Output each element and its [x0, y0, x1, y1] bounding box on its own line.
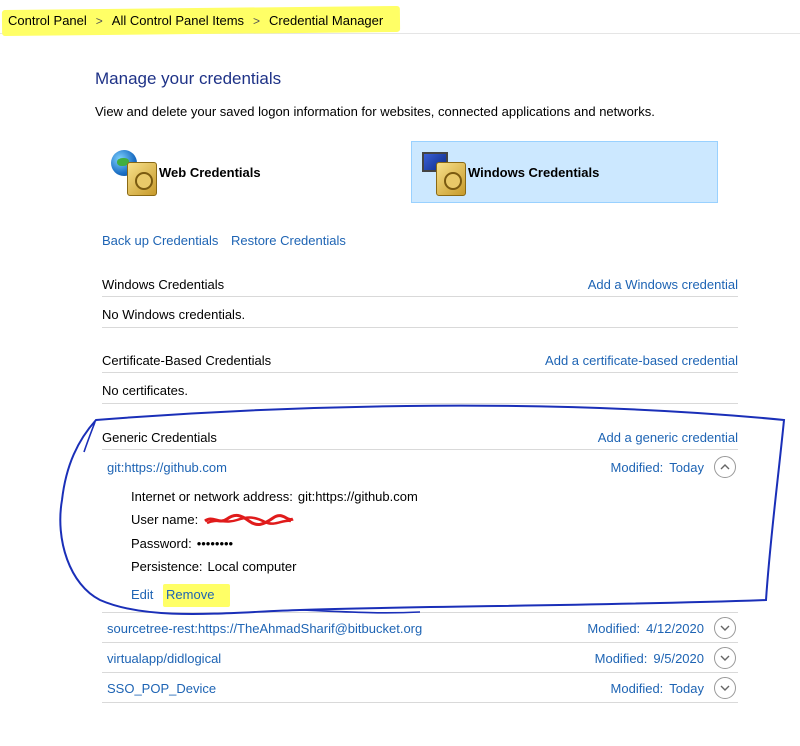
- windows-credentials-empty: No Windows credentials.: [102, 299, 738, 328]
- collapse-chevron-button[interactable]: [714, 456, 736, 478]
- credential-modified: Modified: Today: [611, 460, 704, 475]
- detail-password: Password: ••••••••: [131, 536, 233, 551]
- breadcrumb-separator: >: [95, 13, 103, 28]
- certificate-credentials-empty-text: No certificates.: [102, 383, 188, 398]
- credential-row-github[interactable]: git:https://github.com Modified: Today: [102, 452, 738, 482]
- windows-credentials-empty-text: No Windows credentials.: [102, 307, 246, 322]
- web-credentials-label: Web Credentials: [159, 164, 261, 180]
- modified-value: Today: [669, 460, 704, 475]
- restore-credentials-link[interactable]: Restore Credentials: [231, 233, 346, 248]
- windows-credentials-header: Windows Credentials Add a Windows creden…: [102, 273, 738, 297]
- edit-credential-link[interactable]: Edit: [131, 587, 153, 602]
- detail-persistence: Persistence: Local computer: [131, 559, 296, 574]
- modified-value: 4/12/2020: [646, 621, 704, 636]
- windows-credentials-title: Windows Credentials: [102, 277, 225, 292]
- chevron-down-icon: [720, 655, 730, 661]
- chevron-down-icon: [720, 625, 730, 631]
- page-description: View and delete your saved logon informa…: [95, 104, 655, 119]
- modified-value: Today: [669, 681, 704, 696]
- credential-row-sso-pop-device[interactable]: SSO_POP_Device Modified: Today: [102, 673, 738, 703]
- address-value: git:https://github.com: [297, 489, 418, 504]
- breadcrumb-separator: >: [253, 13, 261, 28]
- password-value: ••••••••: [196, 536, 234, 551]
- persistence-label: Persistence:: [131, 559, 203, 574]
- generic-credentials-title: Generic Credentials: [102, 430, 217, 445]
- generic-credentials-header: Generic Credentials Add a generic creden…: [102, 426, 738, 450]
- expand-chevron-button[interactable]: [714, 647, 736, 669]
- breadcrumb: Control Panel > All Control Panel Items …: [0, 0, 800, 37]
- password-label: Password:: [131, 536, 192, 551]
- credential-row-sourcetree[interactable]: sourcetree-rest:https://TheAhmadSharif@b…: [102, 613, 738, 643]
- credential-row-virtualapp[interactable]: virtualapp/didlogical Modified: 9/5/2020: [102, 643, 738, 673]
- breadcrumb-control-panel[interactable]: Control Panel: [8, 13, 87, 28]
- windows-credentials-tile[interactable]: Windows Credentials: [411, 141, 718, 203]
- remove-credential-link[interactable]: Remove: [166, 587, 214, 602]
- expand-chevron-button[interactable]: [714, 617, 736, 639]
- detail-address: Internet or network address: git:https://…: [131, 489, 418, 504]
- credential-name[interactable]: virtualapp/didlogical: [107, 651, 221, 666]
- expand-chevron-button[interactable]: [714, 677, 736, 699]
- credential-modified: Modified: 4/12/2020: [587, 621, 704, 636]
- username-label: User name:: [131, 512, 199, 527]
- modified-label: Modified:: [594, 651, 648, 666]
- credential-name[interactable]: sourcetree-rest:https://TheAhmadSharif@b…: [107, 621, 422, 636]
- add-generic-credential-link[interactable]: Add a generic credential: [598, 430, 738, 445]
- chevron-up-icon: [720, 464, 730, 470]
- page-title: Manage your credentials: [95, 69, 282, 88]
- globe-vault-icon: [109, 148, 157, 196]
- credential-actions: Edit Remove: [131, 587, 214, 602]
- back-up-credentials-link[interactable]: Back up Credentials: [102, 233, 218, 248]
- certificate-credentials-header: Certificate-Based Credentials Add a cert…: [102, 349, 738, 373]
- credential-modified: Modified: 9/5/2020: [595, 651, 704, 666]
- monitor-vault-icon: [418, 148, 466, 196]
- credential-name[interactable]: git:https://github.com: [107, 460, 227, 475]
- username-redaction: [204, 513, 294, 527]
- modified-value: 9/5/2020: [653, 651, 704, 666]
- backup-restore-links: Back up Credentials Restore Credentials: [102, 233, 355, 248]
- breadcrumb-items: Control Panel > All Control Panel Items …: [8, 13, 383, 28]
- persistence-value: Local computer: [207, 559, 297, 574]
- windows-credentials-label: Windows Credentials: [468, 164, 600, 180]
- add-windows-credential-link[interactable]: Add a Windows credential: [588, 277, 738, 292]
- credential-name[interactable]: SSO_POP_Device: [107, 681, 216, 696]
- breadcrumb-all-items[interactable]: All Control Panel Items: [112, 13, 244, 28]
- detail-username: User name:: [131, 512, 203, 527]
- modified-label: Modified:: [610, 681, 664, 696]
- chevron-down-icon: [720, 685, 730, 691]
- breadcrumb-credential-manager[interactable]: Credential Manager: [269, 13, 383, 28]
- certificate-credentials-title: Certificate-Based Credentials: [102, 353, 272, 368]
- add-certificate-credential-link[interactable]: Add a certificate-based credential: [545, 353, 738, 368]
- web-credentials-tile[interactable]: Web Credentials: [103, 141, 403, 203]
- credential-modified: Modified: Today: [611, 681, 704, 696]
- address-label: Internet or network address:: [131, 489, 293, 504]
- modified-label: Modified:: [587, 621, 641, 636]
- modified-label: Modified:: [610, 460, 664, 475]
- certificate-credentials-empty: No certificates.: [102, 375, 738, 404]
